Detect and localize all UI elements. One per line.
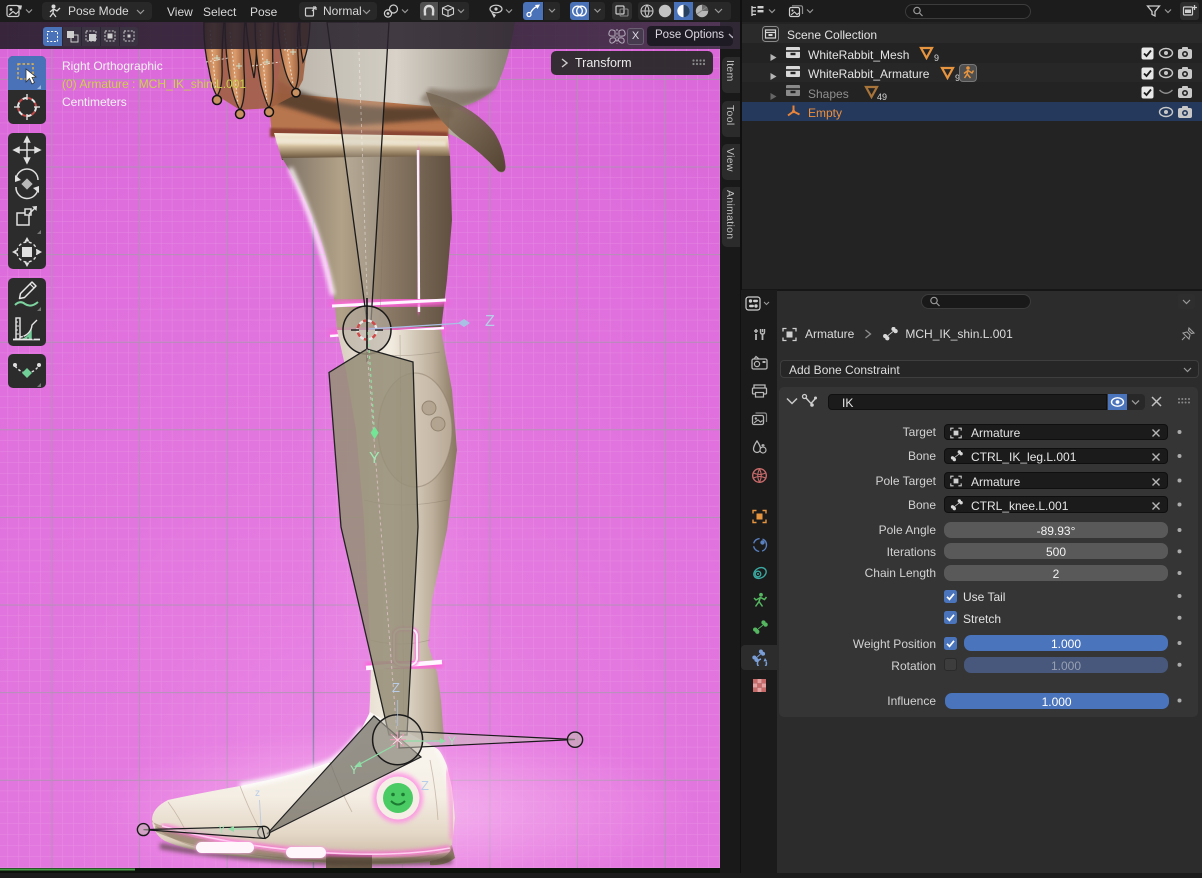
svg-text:Z: Z bbox=[392, 680, 400, 695]
svg-text:Y: Y bbox=[448, 734, 456, 748]
svg-text:(0) Armature : MCH_IK_shin.L.0: (0) Armature : MCH_IK_shin.L.001 bbox=[62, 77, 246, 91]
svg-text:Centimeters: Centimeters bbox=[62, 95, 127, 109]
svg-text:Z: Z bbox=[421, 778, 429, 793]
svg-text:Y: Y bbox=[350, 763, 358, 777]
svg-text:Right Orthographic: Right Orthographic bbox=[62, 59, 163, 73]
svg-text:Z: Z bbox=[485, 313, 495, 330]
svg-text:Y: Y bbox=[369, 450, 380, 467]
svg-text:Y: Y bbox=[218, 824, 226, 836]
svg-text:z: z bbox=[255, 788, 260, 799]
